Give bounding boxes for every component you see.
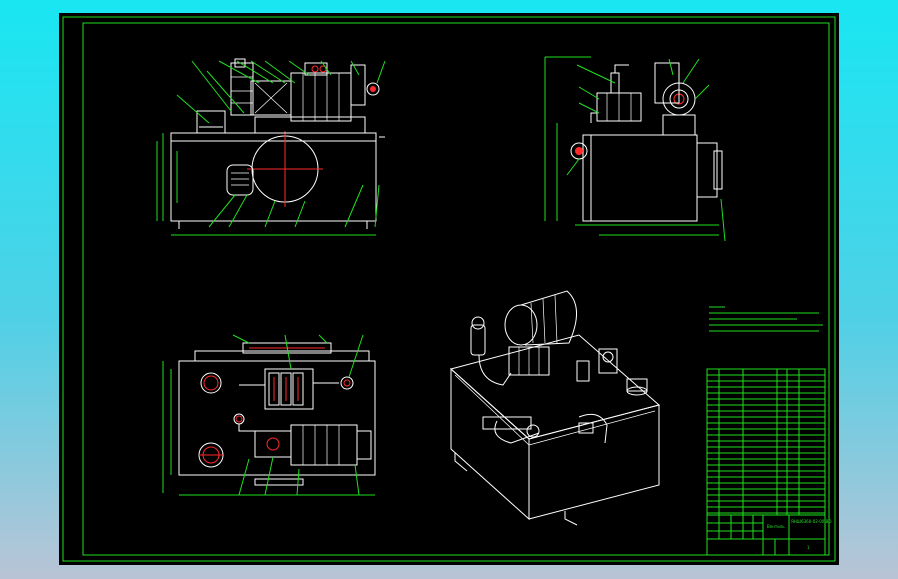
front-motor bbox=[290, 72, 352, 122]
side-tank bbox=[590, 134, 698, 222]
top-manifold bbox=[264, 368, 314, 410]
side-view bbox=[544, 56, 726, 242]
parts-list bbox=[706, 368, 826, 516]
front-view bbox=[156, 58, 386, 236]
front-tank bbox=[170, 132, 377, 222]
title-block: Вентиль ЯНШ6360-02-00 ВО 1 bbox=[706, 514, 831, 556]
cad-drawing-sheet: Вентиль ЯНШ6360-02-00 ВО 1 bbox=[59, 13, 839, 565]
title-designation: Вентиль bbox=[767, 524, 785, 529]
top-tank bbox=[178, 360, 376, 476]
title-sheet: 1 bbox=[807, 545, 810, 550]
top-motor bbox=[290, 424, 358, 466]
drawing-svg: Вентиль ЯНШ6360-02-00 ВО 1 bbox=[62, 16, 836, 562]
technical-notes bbox=[709, 306, 823, 332]
front-valve-stack bbox=[230, 62, 254, 116]
title-drawing-no: ЯНШ6360-02-00 ВО bbox=[791, 519, 831, 524]
top-view bbox=[162, 334, 376, 496]
top-pump bbox=[254, 430, 292, 458]
front-motor-fan bbox=[350, 64, 366, 106]
iso-tank-front bbox=[450, 367, 530, 521]
front-filter-cap bbox=[196, 110, 226, 134]
iso-tank-top bbox=[449, 334, 661, 440]
isometric-view bbox=[449, 290, 661, 526]
iso-tank-side bbox=[528, 404, 660, 520]
